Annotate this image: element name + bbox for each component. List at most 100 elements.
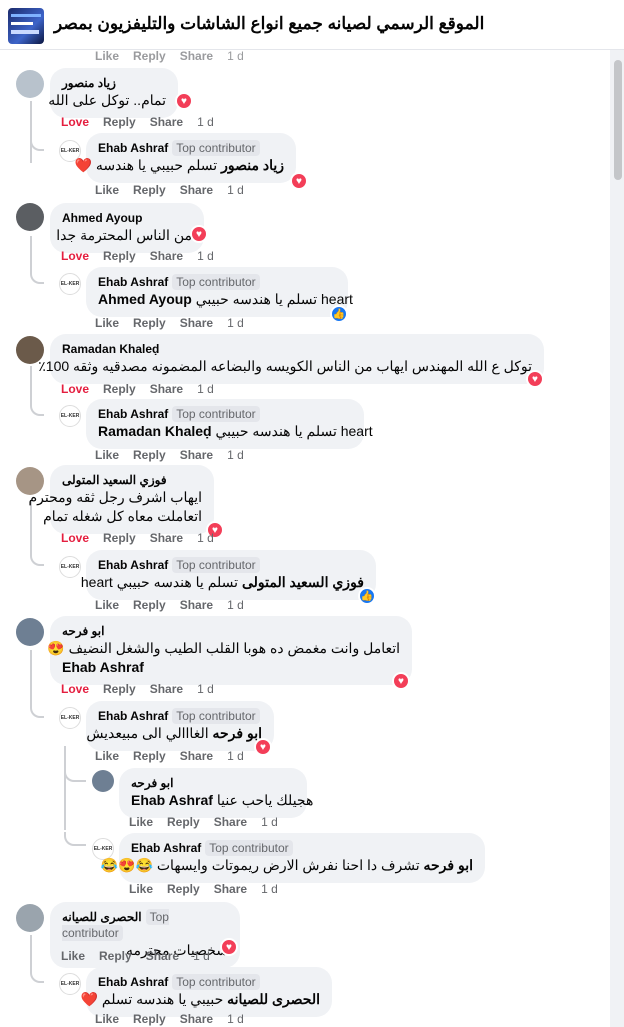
like-button[interactable]: Like [95,448,119,462]
like-button[interactable]: Like [95,183,119,197]
like-button[interactable]: Like [95,1012,119,1026]
share-button[interactable]: Share [180,448,213,462]
author-name[interactable]: Ehab Ashraf [98,709,168,723]
avatar[interactable] [16,70,44,98]
timestamp[interactable]: 1 d [227,183,244,197]
reply-button[interactable]: Reply [133,448,166,462]
mention[interactable]: ابو فرحه [424,857,474,873]
reply-button[interactable]: Reply [167,815,200,829]
reply-button[interactable]: Reply [133,316,166,330]
avatar[interactable] [16,203,44,231]
timestamp[interactable]: 1 d [227,49,244,63]
page-logo[interactable] [8,8,44,44]
mention[interactable]: ابو فرحه [213,725,263,741]
share-button[interactable]: Share [180,1012,213,1026]
share-button[interactable]: Share [180,316,213,330]
heart-reaction-icon[interactable]: ♥ [526,370,544,388]
share-button[interactable]: Share [180,183,213,197]
timestamp[interactable]: 1 d [227,448,244,462]
comment-author[interactable]: Ahmed Ayoup [62,210,192,226]
timestamp[interactable]: 1 d [261,815,278,829]
share-button[interactable]: Share [150,682,183,696]
like-button[interactable]: Like [95,598,119,612]
reply-button[interactable]: Reply [103,531,136,545]
share-button[interactable]: Share [214,815,247,829]
comment-author[interactable]: ابو فرحه [131,775,295,791]
heart-reaction-icon[interactable]: ♥ [290,172,308,190]
like-button[interactable]: Like [129,882,153,896]
comment-author[interactable]: فوزي السعيد المتولى [62,472,202,488]
timestamp[interactable]: 1 d [227,316,244,330]
mention[interactable]: Ramadan Khaleḍ [98,423,212,439]
heart-reaction-icon[interactable]: ♥ [254,738,272,756]
reply-button[interactable]: Reply [133,183,166,197]
author-name[interactable]: Ehab Ashraf [98,975,168,989]
timestamp[interactable]: 1 d [197,115,214,129]
like-button[interactable]: Like [95,749,119,763]
share-button[interactable]: Share [180,49,213,63]
like-button[interactable]: Like [129,815,153,829]
love-button[interactable]: Love [61,115,89,129]
avatar[interactable]: EL-KER [59,556,81,578]
timestamp[interactable]: 1 d [197,682,214,696]
reply-button[interactable]: Reply [103,249,136,263]
author-name[interactable]: Ehab Ashraf [98,407,168,421]
avatar[interactable] [92,770,114,792]
comment-author[interactable]: زياد منصور [62,75,166,91]
like-button[interactable]: Like [95,316,119,330]
comment-author[interactable]: ابو فرحه [62,623,400,639]
reply-button[interactable]: Reply [133,49,166,63]
share-button[interactable]: Share [150,249,183,263]
timestamp[interactable]: 1 d [227,1012,244,1026]
comment-author[interactable]: Ramadan Khaleḍ [62,341,532,357]
mention[interactable]: Ahmed Ayoup [98,291,192,307]
avatar[interactable]: EL-KER [59,707,81,729]
reply-button[interactable]: Reply [103,682,136,696]
timestamp[interactable]: 1 d [193,949,210,963]
mention[interactable]: Ehab Ashraf [62,658,400,677]
author-name[interactable]: Ehab Ashraf [98,141,168,155]
love-button[interactable]: Love [61,531,89,545]
heart-reaction-icon[interactable]: ♥ [175,92,193,110]
author-name[interactable]: Ehab Ashraf [131,841,201,855]
reply-button[interactable]: Reply [133,598,166,612]
love-button[interactable]: Love [61,249,89,263]
mention[interactable]: الحصرى للصيانه [227,991,320,1007]
reply-button[interactable]: Reply [103,382,136,396]
timestamp[interactable]: 1 d [227,598,244,612]
timestamp[interactable]: 1 d [197,382,214,396]
share-button[interactable]: Share [146,949,179,963]
share-button[interactable]: Share [150,531,183,545]
share-button[interactable]: Share [150,115,183,129]
timestamp[interactable]: 1 d [197,249,214,263]
avatar[interactable] [16,618,44,646]
avatar[interactable] [16,904,44,932]
heart-reaction-icon[interactable]: ♥ [190,225,208,243]
reply-button[interactable]: Reply [103,115,136,129]
like-reaction-icon[interactable]: 👍 [330,305,348,323]
scrollbar[interactable] [610,0,624,1027]
share-button[interactable]: Share [180,598,213,612]
like-reaction-icon[interactable]: 👍 [358,587,376,605]
author-name[interactable]: الحصرى للصيانه [62,910,142,924]
share-button[interactable]: Share [180,749,213,763]
share-button[interactable]: Share [150,382,183,396]
mention[interactable]: فوزي السعيد المتولى [242,574,364,590]
avatar[interactable]: EL-KER [59,973,81,995]
mention[interactable]: Ehab Ashraf [131,792,213,808]
like-button[interactable]: Like [61,949,85,963]
timestamp[interactable]: 1 d [227,749,244,763]
love-button[interactable]: Love [61,382,89,396]
reply-button[interactable]: Reply [133,1012,166,1026]
heart-reaction-icon[interactable]: ♥ [392,672,410,690]
reply-button[interactable]: Reply [133,749,166,763]
mention[interactable]: زياد منصور [221,157,284,173]
author-name[interactable]: Ehab Ashraf [98,275,168,289]
scrollbar-thumb[interactable] [614,60,622,180]
heart-reaction-icon[interactable]: ♥ [220,938,238,956]
page-title[interactable]: الموقع الرسمي لصيانه جميع انواع الشاشات … [54,14,484,34]
timestamp[interactable]: 1 d [261,882,278,896]
avatar[interactable]: EL-KER [59,273,81,295]
reply-button[interactable]: Reply [167,882,200,896]
timestamp[interactable]: 1 d [197,531,214,545]
